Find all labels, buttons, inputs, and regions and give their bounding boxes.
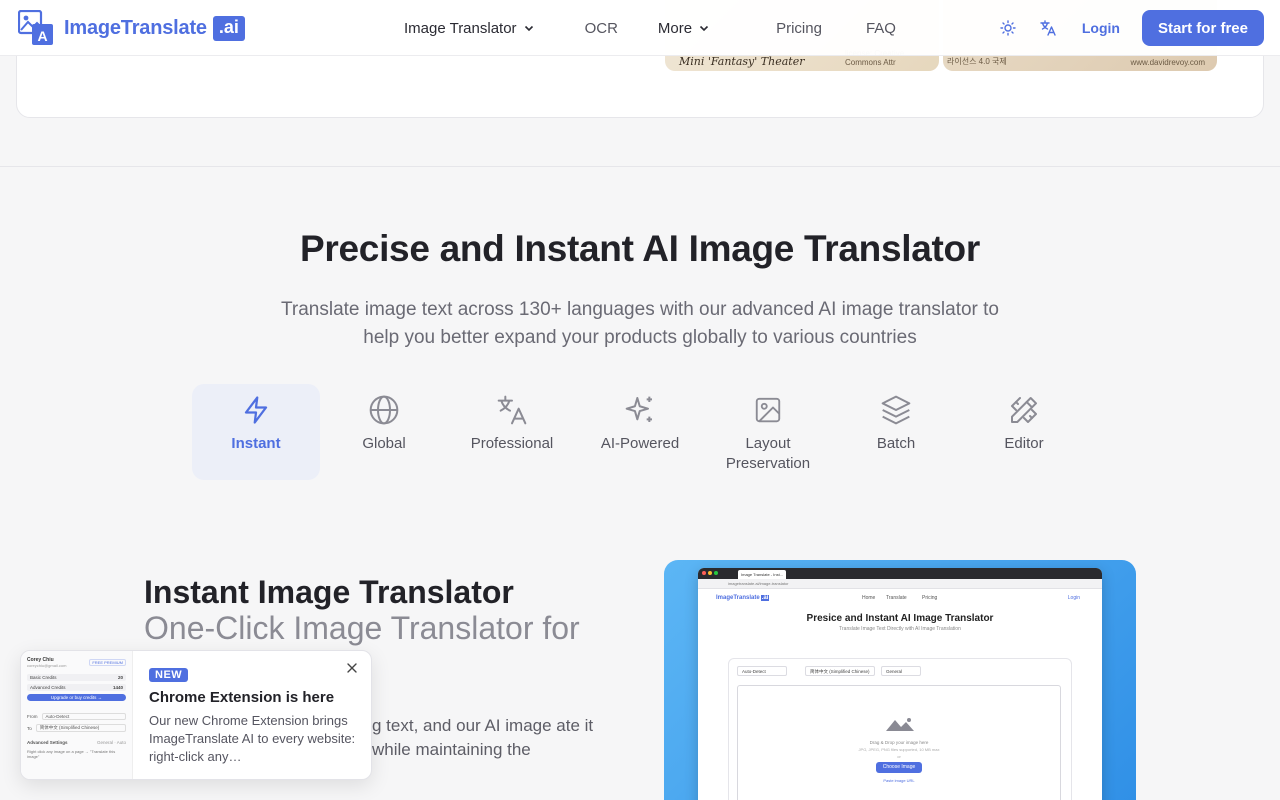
globe-icon bbox=[366, 392, 402, 428]
hero-subtitle: Translate image text across 130+ languag… bbox=[280, 299, 999, 348]
browser-url: imagetranslate.ai/image-translator bbox=[698, 579, 1102, 589]
preview-from-row: From Auto-Detect bbox=[27, 713, 126, 720]
nav-faq-label: FAQ bbox=[865, 19, 896, 37]
nav-more-label: More bbox=[657, 19, 693, 37]
extension-preview: Corey Chiu coreychiu@gmail.com FREE PREM… bbox=[21, 651, 133, 779]
nav-pricing-label: Pricing bbox=[776, 19, 822, 37]
svg-text:A: A bbox=[37, 28, 47, 44]
new-badge: NEW bbox=[149, 668, 189, 682]
thumbnail-caption-b: 라이선스 4.0 국제 bbox=[947, 57, 1007, 66]
start-for-free-button[interactable]: Start for free bbox=[1141, 10, 1264, 46]
brand-name: ImageTranslate bbox=[64, 16, 207, 39]
browser-tab: Image Translate - Inst... bbox=[738, 570, 786, 579]
nav-ocr[interactable]: OCR bbox=[585, 20, 618, 37]
nav-more[interactable]: More bbox=[658, 20, 710, 37]
preview-basic-credits: Basic Credits 20 bbox=[27, 674, 126, 681]
mock-to-select: 简体中文 (Simplified Chinese) bbox=[805, 666, 875, 676]
close-icon[interactable] bbox=[345, 661, 359, 675]
tab-global[interactable]: Global bbox=[320, 384, 448, 480]
mock-nav-home: Home bbox=[862, 595, 876, 601]
section-title: Instant Image Translator bbox=[144, 574, 514, 610]
mock-paste-link: Paste image URL bbox=[883, 778, 915, 783]
tab-instant[interactable]: Instant bbox=[192, 384, 320, 480]
logo-icon: A bbox=[17, 9, 54, 46]
brand-suffix: .ai bbox=[212, 15, 245, 41]
mock-logo: ImageTranslate .ai bbox=[716, 595, 770, 601]
mock-subtitle: Translate Image Text Directly with AI Im… bbox=[839, 626, 961, 632]
chrome-extension-toast[interactable]: Corey Chiu coreychiu@gmail.com FREE PREM… bbox=[20, 650, 372, 780]
chevron-down-icon bbox=[524, 25, 533, 32]
image-icon bbox=[750, 392, 786, 428]
tab-instant-label: Instant bbox=[231, 435, 281, 452]
thumbnail-title: Mini 'Fantasy' Theater bbox=[679, 55, 805, 68]
mock-drop-sub: JPG, JPEG, PNG files supported, 10 MB ma… bbox=[858, 747, 940, 752]
tab-ai-powered[interactable]: AI-Powered bbox=[576, 384, 704, 480]
tab-ai-powered-label: AI-Powered bbox=[600, 435, 680, 452]
mock-nav-login: Login bbox=[1067, 595, 1080, 601]
mock-navbar: ImageTranslate .ai Home Translate Pricing… bbox=[698, 589, 1102, 607]
mock-or: or bbox=[897, 754, 901, 759]
mock-choose-button: Choose Image bbox=[876, 762, 922, 773]
nav-ocr-label: OCR bbox=[584, 19, 618, 37]
chevron-down-icon bbox=[700, 25, 709, 32]
hero-title: Precise and Instant AI Image Translator bbox=[300, 228, 980, 269]
nav-links: Image Translator OCR More Pricing FAQ bbox=[404, 0, 896, 56]
preview-upgrade-button: Upgrade or buy credits → bbox=[27, 694, 126, 701]
mock-translate-panel: Auto-Detect 简体中文 (Simplified Chinese) Ge… bbox=[728, 658, 1072, 800]
section-divider bbox=[0, 166, 1280, 167]
nav-actions: Login Start for free bbox=[996, 0, 1264, 56]
section-subtitle: One-Click Image Translator for bbox=[144, 610, 580, 646]
language-translate-icon[interactable] bbox=[1036, 16, 1060, 40]
toast-content: NEW Chrome Extension is here Our new Chr… bbox=[149, 665, 359, 766]
nav-image-translator-label: Image Translator bbox=[404, 19, 517, 37]
sparkles-icon bbox=[622, 392, 658, 428]
login-link[interactable]: Login bbox=[1082, 20, 1120, 36]
tab-layout-preservation-label: Layout Preservation bbox=[725, 435, 811, 472]
preview-pro-badge: FREE PREMIUM bbox=[89, 659, 126, 666]
preview-advanced-credits: Advanced Credits 1440 bbox=[27, 684, 126, 691]
toast-description: Our new Chrome Extension brings ImageTra… bbox=[149, 713, 356, 764]
pencil-ruler-icon bbox=[1006, 392, 1042, 428]
layers-icon bbox=[878, 392, 914, 428]
mock-dropzone: Drag & Drop your image here JPG, JPEG, P… bbox=[737, 685, 1061, 800]
mock-nav-pricing: Pricing bbox=[922, 595, 938, 601]
tab-editor-label: Editor bbox=[1004, 435, 1044, 452]
browser-tabbar: Image Translate - Inst... bbox=[698, 568, 1102, 579]
nav-image-translator[interactable]: Image Translator bbox=[404, 20, 535, 37]
mock-drop-text: Drag & Drop your image here bbox=[869, 740, 929, 745]
mock-title: Presice and Instant AI Image Translator bbox=[806, 613, 994, 624]
top-navbar: A ImageTranslate .ai Image Translator OC… bbox=[0, 0, 1280, 56]
brand-logo[interactable]: A ImageTranslate .ai bbox=[17, 9, 245, 46]
lightning-icon bbox=[238, 392, 274, 428]
tab-editor[interactable]: Editor bbox=[960, 384, 1088, 480]
mock-from-select: Auto-Detect bbox=[737, 666, 787, 676]
theme-toggle-sun-icon[interactable] bbox=[996, 16, 1020, 40]
nav-pricing[interactable]: Pricing bbox=[776, 20, 822, 37]
product-screenshot: Image Translate - Inst... imagetranslate… bbox=[664, 560, 1136, 800]
preview-advanced-settings: Advanced Settings General · Auto bbox=[27, 740, 126, 745]
tab-layout-preservation[interactable]: Layout Preservation bbox=[704, 384, 832, 480]
mock-mode-select: General bbox=[881, 666, 921, 676]
translate-icon bbox=[494, 392, 530, 428]
tab-professional-label: Professional bbox=[470, 435, 554, 452]
tab-global-label: Global bbox=[362, 435, 406, 452]
tab-batch[interactable]: Batch bbox=[832, 384, 960, 480]
tab-professional[interactable]: Professional bbox=[448, 384, 576, 480]
mock-nav-translate: Translate bbox=[886, 595, 907, 601]
preview-hint: Right click any image on a page → "Trans… bbox=[27, 749, 116, 759]
mountain-image-icon bbox=[886, 718, 914, 731]
toast-title: Chrome Extension is here bbox=[149, 689, 335, 706]
nav-faq[interactable]: FAQ bbox=[866, 20, 896, 37]
feature-tabs: Instant Global Professional AI-Powered L… bbox=[192, 384, 1088, 480]
preview-to-row: To 简体中文 (Simplified Chinese) bbox=[27, 724, 126, 732]
thumbnail-url: www.davidrevoy.com bbox=[1130, 58, 1205, 67]
browser-mock: Image Translate - Inst... imagetranslate… bbox=[698, 568, 1102, 800]
tab-batch-label: Batch bbox=[876, 435, 916, 452]
